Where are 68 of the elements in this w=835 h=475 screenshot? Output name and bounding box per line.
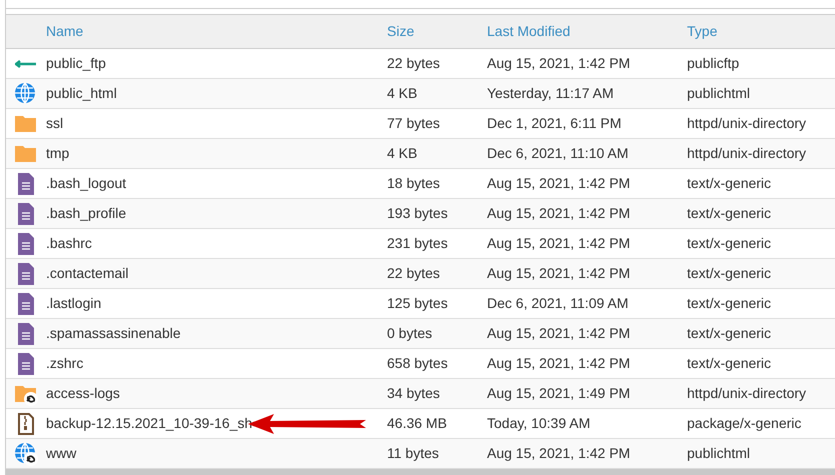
file-type: text/x-generic — [687, 204, 772, 223]
file-type: text/x-generic — [687, 264, 772, 283]
file-type: text/x-generic — [687, 294, 772, 313]
file-type: httpd/unix-directory — [687, 384, 808, 403]
file-size: 4 KB — [387, 144, 418, 163]
file-size: 193 bytes — [387, 204, 449, 223]
file-name[interactable]: .bash_logout — [46, 173, 126, 194]
file-name[interactable]: backup-12.15.2021_10-39-16_sh — [46, 413, 252, 434]
text-file-icon — [17, 172, 35, 196]
file-type: text/x-generic — [687, 354, 772, 373]
archive-file-icon — [17, 412, 35, 436]
file-size: 22 bytes — [387, 54, 441, 73]
file-name[interactable]: public_ftp — [46, 53, 106, 74]
linked-globe-icon — [14, 442, 38, 466]
text-file-icon — [17, 232, 35, 256]
file-type: package/x-generic — [687, 414, 802, 433]
file-type: text/x-generic — [687, 234, 772, 253]
file-name[interactable]: access-logs — [46, 383, 120, 404]
file-name[interactable]: .zshrc — [46, 353, 84, 374]
globe-icon — [14, 82, 38, 106]
file-size: 125 bytes — [387, 294, 449, 313]
file-name[interactable]: .bashrc — [46, 233, 92, 254]
file-size: 34 bytes — [387, 384, 441, 403]
file-name[interactable]: .bash_profile — [46, 203, 126, 224]
arrow-left-icon — [15, 60, 37, 68]
modified-date: Dec 1, 2021, 6:11 PM — [487, 114, 622, 133]
file-name[interactable]: .lastlogin — [46, 293, 102, 314]
file-size: 11 bytes — [387, 444, 440, 463]
modified-date: Dec 6, 2021, 11:09 AM — [487, 294, 630, 313]
modified-date: Aug 15, 2021, 1:42 PM — [487, 324, 632, 343]
file-size: 46.36 MB — [387, 414, 448, 433]
modified-date: Aug 15, 2021, 1:42 PM — [487, 54, 632, 73]
file-name[interactable]: .spamassassinenable — [46, 323, 181, 344]
file-size: 0 bytes — [387, 324, 434, 343]
file-name[interactable]: www — [46, 443, 76, 464]
text-file-icon — [17, 292, 35, 316]
file-type: text/x-generic — [687, 324, 772, 343]
file-type: publicftp — [687, 54, 740, 73]
modified-date: Aug 15, 2021, 1:42 PM — [487, 204, 632, 223]
file-name[interactable]: ssl — [46, 113, 64, 134]
modified-date: Dec 6, 2021, 11:10 AM — [487, 144, 630, 163]
file-size: 77 bytes — [387, 114, 441, 133]
file-name[interactable]: public_html — [46, 83, 117, 104]
modified-date: Aug 15, 2021, 1:49 PM — [487, 384, 632, 403]
modified-date: Yesterday, 11:17 AM — [487, 84, 615, 103]
horizontal-scrollbar[interactable] — [6, 469, 835, 475]
file-size: 22 bytes — [387, 264, 441, 283]
modified-date: Aug 15, 2021, 1:42 PM — [487, 234, 632, 253]
text-file-icon — [17, 352, 35, 376]
modified-date: Aug 15, 2021, 1:42 PM — [487, 444, 632, 463]
file-size: 4 KB — [387, 84, 418, 103]
file-size: 231 bytes — [387, 234, 449, 253]
file-type: httpd/unix-directory — [687, 114, 808, 133]
text-file-icon — [17, 262, 35, 286]
file-name[interactable]: tmp — [46, 143, 70, 164]
file-type: text/x-generic — [687, 174, 772, 193]
modified-date: Aug 15, 2021, 1:42 PM — [487, 354, 632, 373]
file-type: publichtml — [687, 84, 752, 103]
file-size: 18 bytes — [387, 174, 441, 193]
file-size: 658 bytes — [387, 354, 449, 373]
file-type: httpd/unix-directory — [687, 144, 808, 163]
file-name[interactable]: .contactemail — [46, 263, 128, 284]
modified-date: Aug 15, 2021, 1:42 PM — [487, 264, 632, 283]
text-file-icon — [17, 202, 35, 226]
file-type: publichtml — [687, 444, 752, 463]
modified-date: Today, 10:39 AM — [487, 414, 592, 433]
modified-date: Aug 15, 2021, 1:42 PM — [487, 174, 632, 193]
text-file-icon — [17, 322, 35, 346]
